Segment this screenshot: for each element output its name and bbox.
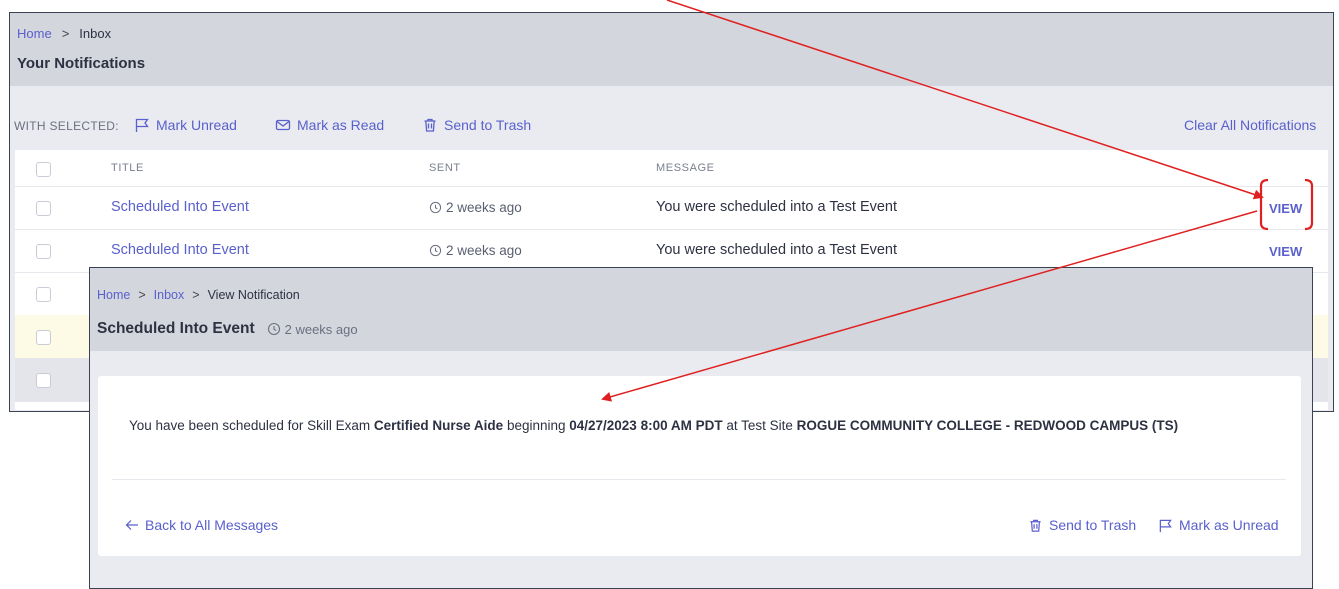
send-to-trash-button[interactable]: Send to Trash — [422, 117, 531, 133]
clear-all-notifications-link[interactable]: Clear All Notifications — [1184, 117, 1316, 133]
sent-cell: 2 weeks ago — [429, 200, 522, 215]
with-selected-label: WITH SELECTED: — [14, 119, 119, 133]
notification-message: You have been scheduled for Skill Exam C… — [129, 418, 1178, 433]
trash-icon — [1030, 519, 1041, 532]
message-preview: You were scheduled into a Test Event — [656, 242, 898, 258]
mark-as-read-label: Mark as Read — [297, 117, 385, 133]
row-checkbox[interactable] — [36, 373, 51, 388]
notification-title: Scheduled Into Event 2 weeks ago — [97, 320, 358, 338]
sent-time-badge: 2 weeks ago — [267, 322, 358, 337]
sent-time: 2 weeks ago — [284, 321, 358, 337]
mark-as-read-button[interactable]: Mark as Read — [275, 117, 384, 133]
mark-unread-button[interactable]: Mark Unread — [134, 117, 237, 133]
breadcrumb-inbox[interactable]: Inbox — [154, 288, 185, 302]
clock-icon — [429, 244, 442, 257]
arrow-left-icon — [125, 520, 138, 530]
notification-title-text: Scheduled Into Event — [97, 320, 255, 337]
breadcrumb-current: Inbox — [79, 26, 112, 41]
sent-cell: 2 weeks ago — [429, 243, 522, 258]
row-checkbox[interactable] — [36, 287, 51, 302]
trash-icon — [424, 118, 436, 132]
breadcrumb: Home > Inbox > View Notification — [97, 288, 300, 302]
row-checkbox[interactable] — [36, 244, 51, 259]
notification-title-link[interactable]: Scheduled Into Event — [111, 242, 249, 258]
send-to-trash-label: Send to Trash — [1049, 517, 1137, 533]
test-site-name: ROGUE COMMUNITY COLLEGE - REDWOOD CAMPUS… — [796, 418, 1179, 433]
message-text: You have been scheduled for Skill Exam — [129, 418, 374, 433]
row-checkbox[interactable] — [36, 201, 51, 216]
send-to-trash-button[interactable]: Send to Trash — [1028, 517, 1136, 533]
view-notification-window: Home > Inbox > View Notification Scheduled I… — [89, 267, 1313, 589]
page-title: Your Notifications — [17, 55, 146, 72]
sent-time: 2 weeks ago — [446, 200, 522, 215]
column-header-sent: SENT — [429, 162, 461, 174]
select-all-checkbox[interactable] — [36, 162, 51, 177]
breadcrumb-separator: > — [138, 288, 146, 302]
breadcrumb-separator: > — [61, 26, 70, 41]
message-text: at Test Site — [722, 418, 797, 433]
back-label: Back to All Messages — [145, 517, 279, 533]
back-to-all-messages-link[interactable]: Back to All Messages — [125, 517, 278, 533]
envelope-icon — [275, 119, 291, 131]
bulk-actions-toolbar: WITH SELECTED: Mark Unread Mark as Read … — [10, 117, 1333, 137]
view-button[interactable]: VIEW — [1269, 201, 1302, 216]
notification-title-link[interactable]: Scheduled Into Event — [111, 199, 249, 215]
mark-as-unread-button[interactable]: Mark as Unread — [1158, 517, 1279, 533]
sent-time: 2 weeks ago — [446, 243, 522, 258]
divider — [112, 479, 1286, 480]
table-header-row: TITLE SENT MESSAGE — [15, 150, 1328, 187]
mark-unread-label: Mark Unread — [156, 117, 237, 133]
breadcrumb-separator: > — [192, 288, 200, 302]
breadcrumb-current: View Notification — [207, 288, 300, 302]
flag-icon — [135, 118, 149, 132]
view-button[interactable]: VIEW — [1269, 244, 1302, 259]
breadcrumb-home[interactable]: Home — [97, 288, 130, 302]
table-row[interactable]: Scheduled Into Event 2 weeks ago You wer… — [15, 186, 1328, 230]
mark-as-unread-label: Mark as Unread — [1179, 517, 1279, 533]
notification-card: You have been scheduled for Skill Exam C… — [98, 376, 1301, 556]
column-header-message: MESSAGE — [656, 162, 715, 174]
detail-header: Home > Inbox > View Notification Scheduled I… — [90, 268, 1312, 351]
exam-name: Certified Nurse Aide — [373, 418, 504, 433]
column-header-title: TITLE — [111, 162, 144, 174]
inbox-header: Home > Inbox Your Notifications — [10, 13, 1333, 86]
exam-datetime: 04/27/2023 8:00 AM PDT — [569, 418, 723, 433]
clock-icon — [429, 201, 442, 214]
breadcrumb-home[interactable]: Home — [17, 26, 52, 41]
clock-icon — [267, 322, 280, 336]
message-text: beginning — [503, 418, 570, 433]
message-preview: You were scheduled into a Test Event — [656, 199, 898, 215]
row-checkbox[interactable] — [36, 330, 51, 345]
send-to-trash-label: Send to Trash — [444, 117, 532, 133]
breadcrumb: Home > Inbox — [17, 26, 111, 41]
flag-icon — [1159, 519, 1172, 532]
